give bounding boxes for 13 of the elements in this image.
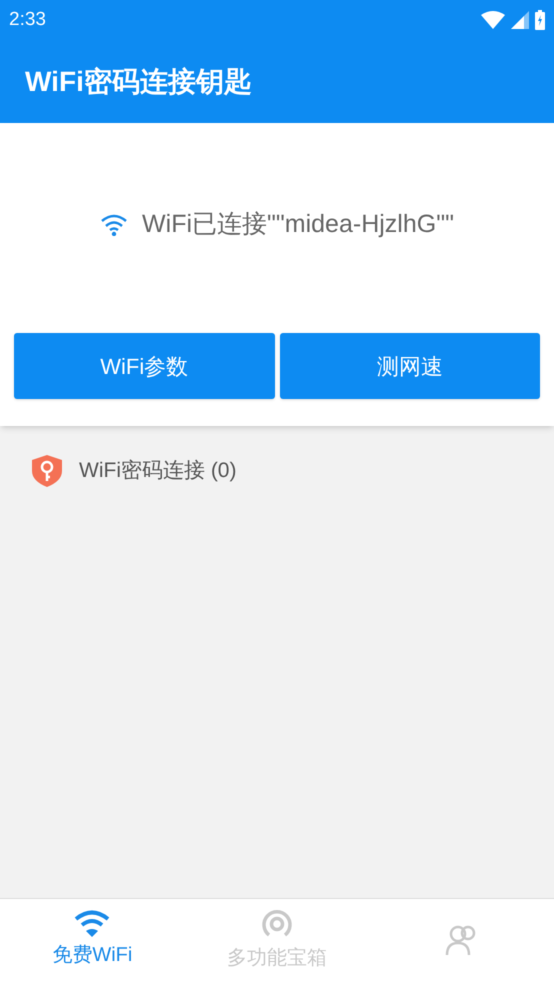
nav-tab[interactable]: 免费WiFi (0, 899, 185, 984)
status-time: 2:33 (9, 8, 46, 32)
wifi-signal-icon (481, 11, 505, 29)
action-button[interactable]: 测网速 (280, 333, 540, 399)
wifi-icon (74, 910, 110, 938)
wifi-icon (100, 214, 128, 236)
connection-status: WiFi已连接""midea-HjzlhG"" (142, 209, 454, 240)
cell-signal-icon (511, 11, 529, 29)
app-title: WiFi密码连接钥匙 (25, 64, 252, 98)
list-item[interactable]: WiFi密码连接 (0) (79, 455, 236, 487)
action-button[interactable]: WiFi参数 (14, 333, 274, 399)
shield-key-icon (32, 455, 62, 487)
battery-icon (535, 10, 545, 30)
